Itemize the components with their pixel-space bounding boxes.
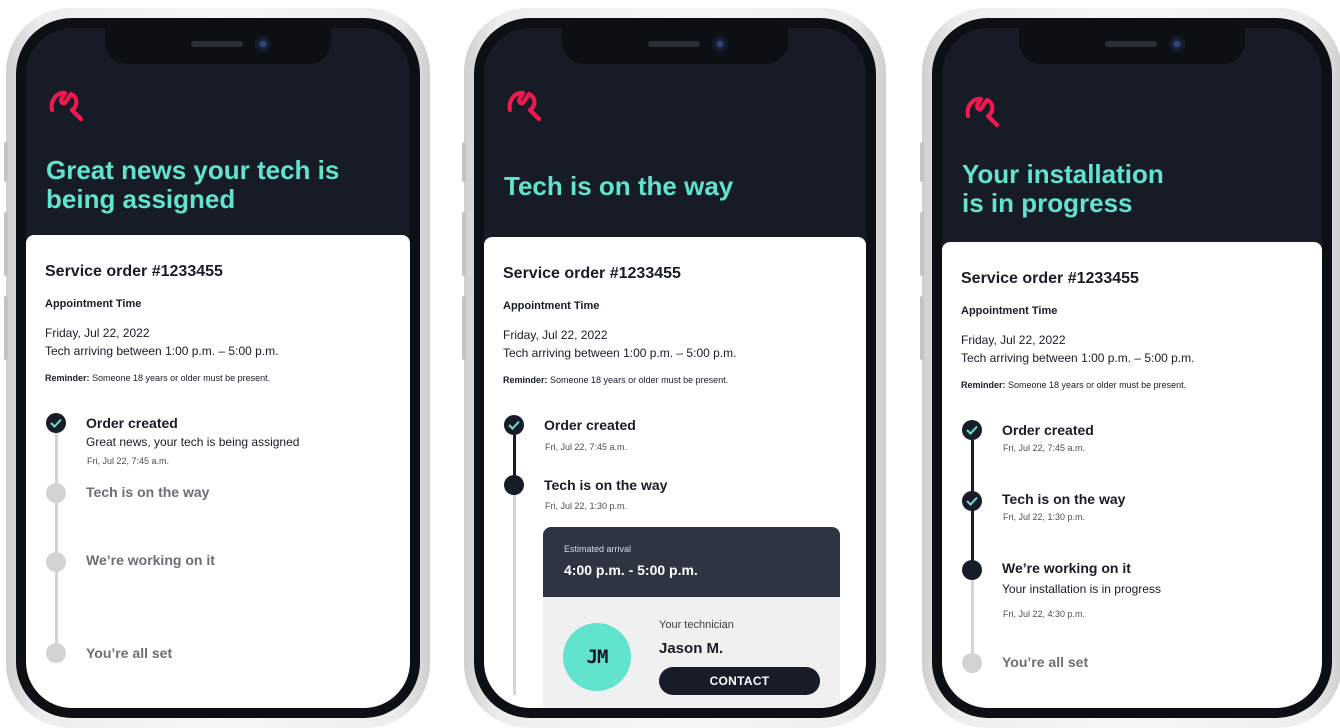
appointment-label: Appointment Time — [45, 298, 142, 310]
check-icon — [508, 420, 520, 430]
service-order-card: Service order #1233455 Appointment Time … — [26, 235, 410, 708]
check-icon — [966, 425, 978, 435]
appointment-label: Appointment Time — [503, 300, 600, 312]
step-status-dot — [962, 491, 982, 511]
check-icon — [966, 496, 978, 506]
step-status-dot — [46, 643, 66, 663]
appointment-window: Tech arriving between 1:00 p.m. – 5:00 p… — [961, 351, 1195, 365]
phone-bezel: Great news your tech is being assigned Se… — [16, 18, 420, 718]
step-order-created: Order created — [86, 415, 178, 431]
order-title: Service order #1233455 — [961, 270, 1139, 287]
wrench-icon — [49, 90, 84, 122]
side-button — [4, 212, 8, 276]
step-timestamp: Fri, Jul 22, 7:45 a.m. — [1003, 443, 1086, 453]
page-headline: Your installation is in progress — [962, 159, 1164, 218]
contact-button[interactable]: CONTACT — [659, 667, 820, 695]
appointment-date: Friday, Jul 22, 2022 — [961, 333, 1066, 347]
step-status-dot — [46, 483, 66, 503]
appointment-date: Friday, Jul 22, 2022 — [45, 326, 150, 340]
technician-label: Your technician — [659, 619, 734, 631]
step-timestamp: Fri, Jul 22, 7:45 a.m. — [545, 442, 628, 452]
step-tech-on-the-way: Tech is on the way — [544, 477, 668, 493]
order-title: Service order #1233455 — [45, 263, 223, 280]
phone-screen: Great news your tech is being assigned Se… — [26, 28, 410, 708]
speaker-grille — [1105, 41, 1157, 47]
timeline-track — [971, 570, 974, 660]
step-status-dot — [46, 552, 66, 572]
wrench-icon — [965, 96, 1000, 128]
reminder-note: Reminder: Someone 18 years or older must… — [503, 375, 729, 385]
side-button — [920, 142, 924, 182]
speaker-grille — [191, 41, 243, 47]
phone-frame: Great news your tech is being assigned Se… — [6, 8, 430, 728]
step-all-set: You’re all set — [1002, 654, 1089, 670]
service-order-card: Service order #1233455 Appointment Time … — [942, 242, 1322, 708]
timeline-track — [55, 433, 58, 653]
phone-frame: Your installation is in progress Service … — [922, 8, 1340, 728]
phone-frame: Tech is on the way Service order #123345… — [464, 8, 886, 728]
estimated-arrival-value: 4:00 p.m. - 5:00 p.m. — [564, 562, 698, 578]
step-working-on-it: We’re working on it — [86, 552, 215, 568]
step-status-dot — [504, 475, 524, 495]
appointment-window: Tech arriving between 1:00 p.m. – 5:00 p… — [503, 346, 737, 360]
phone-screen: Tech is on the way Service order #123345… — [484, 28, 866, 708]
step-status-dot — [962, 653, 982, 673]
service-order-card: Service order #1233455 Appointment Time … — [484, 237, 866, 708]
technician-panel: JM Your technician Jason M. CONTACT — [543, 597, 840, 708]
step-tech-on-the-way: Tech is on the way — [86, 484, 210, 500]
phone-notch — [562, 28, 788, 64]
phone-screen: Your installation is in progress Service … — [942, 28, 1322, 708]
front-camera — [712, 36, 728, 52]
side-button — [4, 142, 8, 182]
phone-notch — [1019, 28, 1245, 64]
step-timestamp: Fri, Jul 22, 1:30 p.m. — [545, 501, 628, 511]
side-button — [462, 142, 466, 182]
page-headline: Tech is on the way — [504, 171, 734, 201]
step-order-created: Order created — [544, 417, 636, 433]
check-icon — [50, 418, 62, 428]
side-button — [920, 212, 924, 276]
step-timestamp: Fri, Jul 22, 4:30 p.m. — [1003, 609, 1086, 619]
appointment-label: Appointment Time — [961, 305, 1058, 317]
timeline-track — [513, 495, 516, 695]
appointment-date: Friday, Jul 22, 2022 — [503, 328, 608, 342]
front-camera — [255, 36, 271, 52]
reminder-note: Reminder: Someone 18 years or older must… — [961, 380, 1187, 390]
estimated-arrival-panel: Estimated arrival 4:00 p.m. - 5:00 p.m. — [543, 527, 840, 597]
appointment-window: Tech arriving between 1:00 p.m. – 5:00 p… — [45, 344, 279, 358]
side-button — [462, 296, 466, 360]
technician-avatar: JM — [563, 623, 631, 691]
reminder-note: Reminder: Someone 18 years or older must… — [45, 373, 271, 383]
side-button — [4, 296, 8, 360]
step-all-set: You’re all set — [86, 645, 173, 661]
page-headline: Great news your tech is being assigned — [46, 155, 340, 214]
step-description: Great news, your tech is being assigned — [86, 435, 300, 449]
step-timestamp: Fri, Jul 22, 7:45 a.m. — [87, 456, 170, 466]
order-title: Service order #1233455 — [503, 265, 681, 282]
side-button — [920, 296, 924, 360]
step-description: Your installation is in progress — [1002, 582, 1161, 596]
wrench-icon — [507, 90, 542, 122]
step-order-created: Order created — [1002, 422, 1094, 438]
estimated-arrival-label: Estimated arrival — [564, 544, 632, 554]
side-button — [462, 212, 466, 276]
phone-notch — [105, 28, 331, 64]
phone-bezel: Your installation is in progress Service … — [932, 18, 1332, 718]
step-status-dot — [46, 413, 66, 433]
step-status-dot — [962, 560, 982, 580]
speaker-grille — [648, 41, 700, 47]
front-camera — [1169, 36, 1185, 52]
step-working-on-it: We’re working on it — [1002, 560, 1131, 576]
technician-name: Jason M. — [659, 640, 724, 657]
step-status-dot — [504, 415, 524, 435]
step-tech-on-the-way: Tech is on the way — [1002, 491, 1126, 507]
step-status-dot — [962, 420, 982, 440]
step-timestamp: Fri, Jul 22, 1:30 p.m. — [1003, 512, 1086, 522]
phone-bezel: Tech is on the way Service order #123345… — [474, 18, 876, 718]
